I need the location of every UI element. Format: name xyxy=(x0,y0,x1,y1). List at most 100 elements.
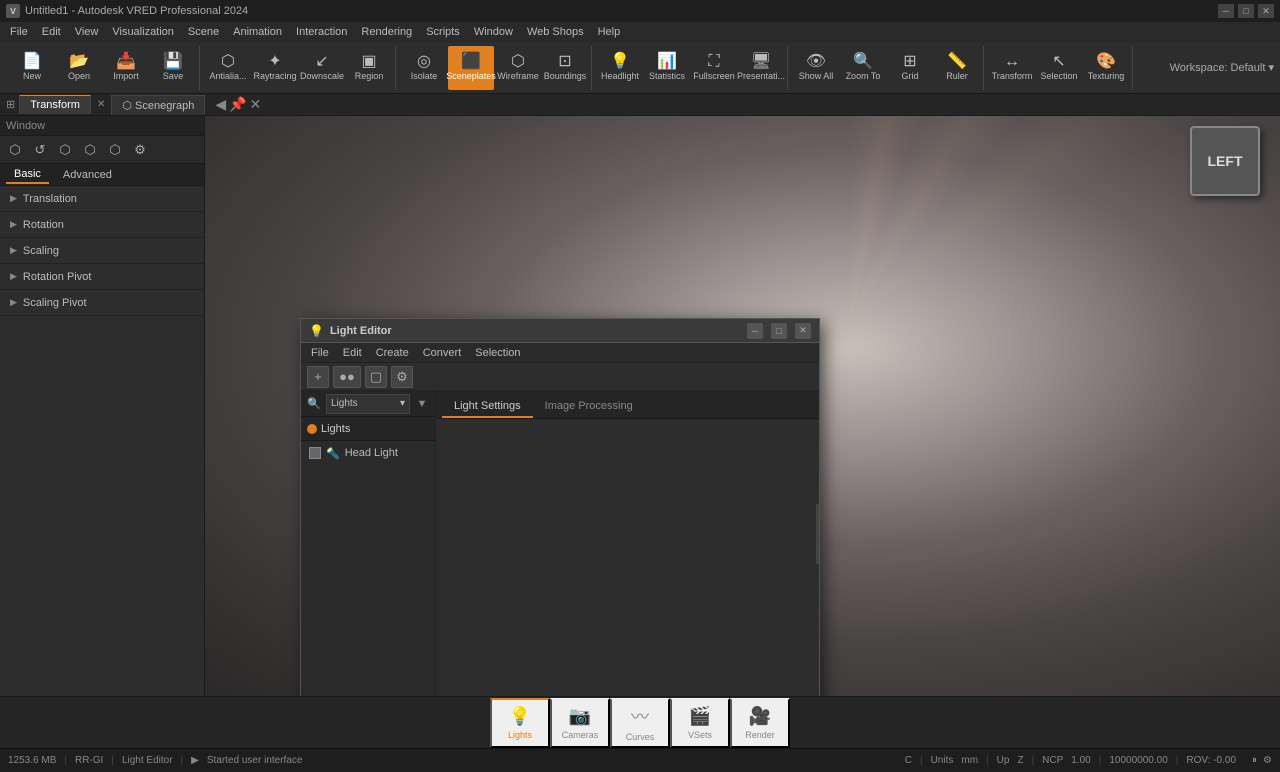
settings-icon[interactable]: ⚙ xyxy=(1263,755,1272,766)
status-panel: Light Editor xyxy=(122,755,173,766)
import-button[interactable]: 📥 Import xyxy=(103,46,149,90)
menu-rendering[interactable]: Rendering xyxy=(355,24,418,40)
panel-icon-6[interactable]: ⚙ xyxy=(129,139,151,161)
zoom-to-button[interactable]: 🔍 Zoom To xyxy=(840,46,886,90)
region-button[interactable]: ▣ Region xyxy=(346,46,392,90)
menu-view[interactable]: View xyxy=(69,24,105,40)
panel-icon-4[interactable]: ⬡ xyxy=(79,139,101,161)
menu-help[interactable]: Help xyxy=(592,24,627,40)
light-editor-close[interactable]: ✕ xyxy=(795,323,811,339)
panel-pin-btn[interactable]: 📌 xyxy=(229,96,246,113)
le-add-btn[interactable]: + xyxy=(307,366,329,388)
status-bar: 1253.6 MB | RR-GI | Light Editor | ▶ Sta… xyxy=(0,748,1280,772)
menu-visualization[interactable]: Visualization xyxy=(106,24,180,40)
le-tab-light-settings[interactable]: Light Settings xyxy=(442,396,533,418)
minimize-btn[interactable]: ─ xyxy=(1218,4,1234,18)
panel-icon-5[interactable]: ⬡ xyxy=(104,139,126,161)
pause-icon[interactable]: ⏸ xyxy=(1252,755,1257,766)
le-light-type-icon: 🔦 xyxy=(326,447,340,460)
boundings-button[interactable]: ⊡ Boundings xyxy=(542,46,588,90)
tab-basic[interactable]: Basic xyxy=(6,166,49,184)
panel-expand-btn[interactable]: ◀ xyxy=(215,96,226,113)
presentation-button[interactable]: 🖥 Presentati... xyxy=(738,46,784,90)
le-filter-btn[interactable]: ▼ xyxy=(413,395,431,413)
le-menu-selection[interactable]: Selection xyxy=(469,345,526,361)
tab-advanced[interactable]: Advanced xyxy=(55,167,120,183)
maximize-btn[interactable]: □ xyxy=(1238,4,1254,18)
headlight-button[interactable]: 💡 Headlight xyxy=(597,46,643,90)
downscale-button[interactable]: ↙ Downscale xyxy=(299,46,345,90)
le-menu-file[interactable]: File xyxy=(305,345,335,361)
show-all-button[interactable]: 👁 Show All xyxy=(793,46,839,90)
status-message: ▶ xyxy=(191,755,199,766)
texturing-tool-button[interactable]: 🎨 Texturing xyxy=(1083,46,1129,90)
sceneplates-button[interactable]: ⬛ Sceneplates xyxy=(448,46,494,90)
new-button[interactable]: 📄 New xyxy=(9,46,55,90)
lights-panel-btn[interactable]: 💡 Lights xyxy=(490,698,550,748)
le-gear-btn[interactable]: ⚙ xyxy=(391,366,413,388)
le-light-checkbox[interactable] xyxy=(309,447,321,459)
le-lights-dropdown[interactable]: Lights ▾ xyxy=(326,394,410,414)
grid-button[interactable]: ⊞ Grid xyxy=(887,46,933,90)
raytracing-button[interactable]: ✦ Raytracing xyxy=(252,46,298,90)
le-resize-handle[interactable] xyxy=(816,504,819,564)
panel-icon-3[interactable]: ⬡ xyxy=(54,139,76,161)
light-editor-titlebar[interactable]: 💡 Light Editor ─ □ ✕ xyxy=(301,319,819,343)
le-search-btn[interactable]: 🔍 xyxy=(305,395,323,413)
menu-window[interactable]: Window xyxy=(468,24,519,40)
le-tabs: Light Settings Image Processing xyxy=(436,391,819,419)
cameras-panel-btn[interactable]: 📷 Cameras xyxy=(550,698,610,748)
menu-edit[interactable]: Edit xyxy=(36,24,67,40)
panel-icon-2[interactable]: ↺ xyxy=(29,139,51,161)
antialiasing-button[interactable]: ⬡ Antialia... xyxy=(205,46,251,90)
vsets-panel-btn[interactable]: 🎬 VSets xyxy=(670,698,730,748)
isolate-button[interactable]: ◎ Isolate xyxy=(401,46,447,90)
le-square-btn[interactable]: ▢ xyxy=(365,366,387,388)
rotation-pivot-section[interactable]: ▶ Rotation Pivot xyxy=(0,264,204,290)
le-left-toolbar: 🔍 Lights ▾ ▼ xyxy=(301,391,435,417)
nav-cube[interactable]: LEFT xyxy=(1190,126,1270,206)
transform-tab[interactable]: Transform xyxy=(19,95,91,114)
light-editor-toolbar: + ●● ▢ ⚙ xyxy=(301,363,819,391)
render-panel-btn[interactable]: 🎥 Render xyxy=(730,698,790,748)
close-transform-tab[interactable]: ✕ xyxy=(97,99,105,110)
panel-icon-1[interactable]: ⬡ xyxy=(4,139,26,161)
le-menu-create[interactable]: Create xyxy=(370,345,415,361)
curves-panel-btn[interactable]: 〰 Curves xyxy=(610,698,670,748)
menu-scene[interactable]: Scene xyxy=(182,24,225,40)
menu-file[interactable]: File xyxy=(4,24,34,40)
le-menu-convert[interactable]: Convert xyxy=(417,345,468,361)
scaling-section[interactable]: ▶ Scaling xyxy=(0,238,204,264)
selection-tool-button[interactable]: ↖ Selection xyxy=(1036,46,1082,90)
rotation-section[interactable]: ▶ Rotation xyxy=(0,212,204,238)
open-button[interactable]: 📂 Open xyxy=(56,46,102,90)
le-tab-image-processing[interactable]: Image Processing xyxy=(533,396,645,418)
le-menu-edit[interactable]: Edit xyxy=(337,345,368,361)
le-light-item[interactable]: 🔦 Head Light xyxy=(301,441,435,465)
transform-tool-button[interactable]: ↔ Transform xyxy=(989,46,1035,90)
light-editor-menubar: File Edit Create Convert Selection xyxy=(301,343,819,363)
light-editor-minimize[interactable]: ─ xyxy=(747,323,763,339)
statistics-button[interactable]: 📊 Statistics xyxy=(644,46,690,90)
menu-scripts[interactable]: Scripts xyxy=(420,24,466,40)
panel-close-btn[interactable]: ✕ xyxy=(250,96,262,113)
status-up-label: Up xyxy=(997,755,1010,766)
ruler-button[interactable]: 📏 Ruler xyxy=(934,46,980,90)
save-button[interactable]: 💾 Save xyxy=(150,46,196,90)
scaling-pivot-section[interactable]: ▶ Scaling Pivot xyxy=(0,290,204,316)
menu-animation[interactable]: Animation xyxy=(227,24,288,40)
menu-interaction[interactable]: Interaction xyxy=(290,24,353,40)
le-dots-btn[interactable]: ●● xyxy=(333,366,361,388)
sub-toolbar: ⊞ Transform ✕ ⬡ Scenegraph ◀ 📌 ✕ xyxy=(0,94,1280,116)
le-content xyxy=(436,419,819,696)
translation-section[interactable]: ▶ Translation xyxy=(0,186,204,212)
light-editor-maximize[interactable]: □ xyxy=(771,323,787,339)
menu-webshops[interactable]: Web Shops xyxy=(521,24,590,40)
scenegraph-tab[interactable]: ⬡ Scenegraph xyxy=(111,95,205,115)
fullscreen-button[interactable]: ⛶ Fullscreen xyxy=(691,46,737,90)
viewport[interactable]: LEFT 💡 Light Editor ─ □ ✕ File Edit Crea… xyxy=(205,116,1280,696)
wireframe-button[interactable]: ⬡ Wireframe xyxy=(495,46,541,90)
window-controls[interactable]: ─ □ ✕ xyxy=(1218,4,1274,18)
nav-cube-face[interactable]: LEFT xyxy=(1190,126,1260,196)
close-btn[interactable]: ✕ xyxy=(1258,4,1274,18)
